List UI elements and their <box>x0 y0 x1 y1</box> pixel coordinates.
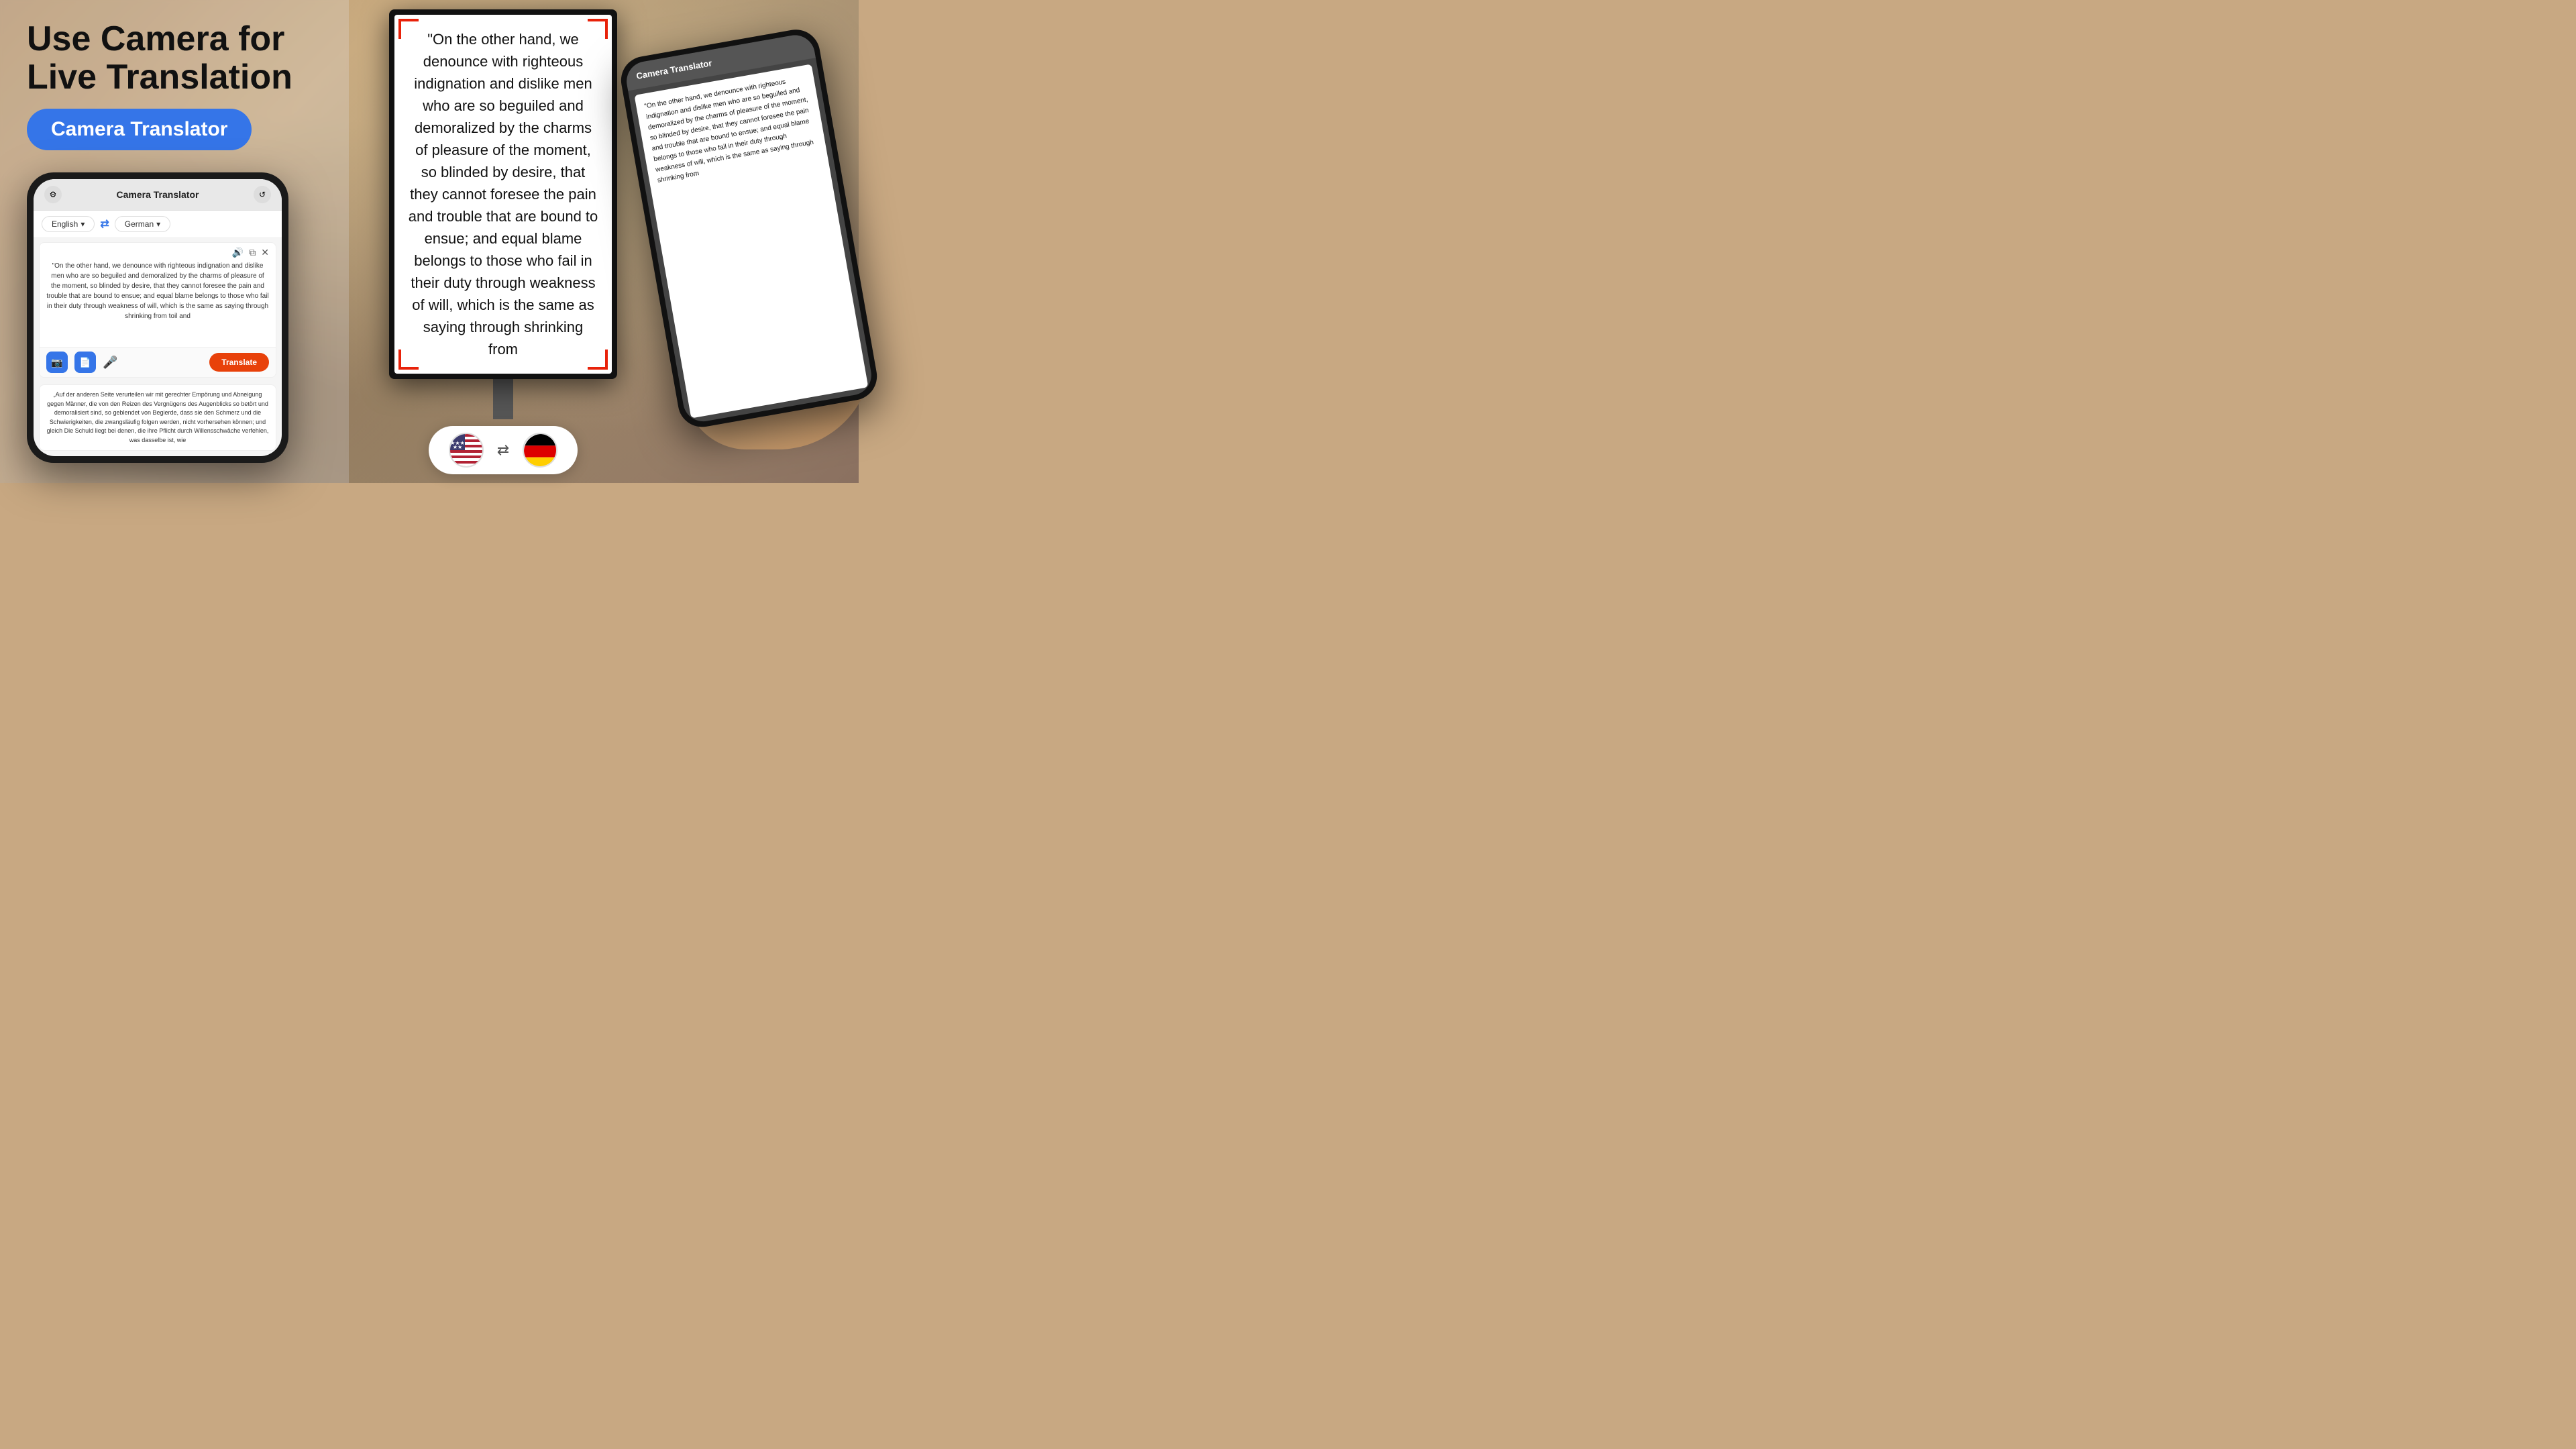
phone2-mockup: Camera Translator "On the other hand, we… <box>617 26 881 431</box>
billboard-screen: "On the other hand, we denounce with rig… <box>394 15 612 374</box>
phone2-text-area: "On the other hand, we denounce with rig… <box>634 64 868 418</box>
phone2-screen: Camera Translator "On the other hand, we… <box>623 32 874 425</box>
source-lang-label: English <box>52 219 78 229</box>
swap-languages-icon[interactable]: ⇄ <box>100 217 109 231</box>
phone2-title: Camera Translator <box>635 58 712 81</box>
center-section: "On the other hand, we denounce with rig… <box>362 0 644 483</box>
billboard-stand <box>493 379 513 419</box>
input-text-block: 🔊 ⧉ ✕ "On the other hand, we denounce wi… <box>39 242 276 378</box>
phone-mockup: ⚙ Camera Translator ↺ English ▾ ⇄ German… <box>27 172 288 463</box>
language-row: English ▾ ⇄ German ▾ <box>34 211 282 238</box>
right-section: Camera Translator "On the other hand, we… <box>604 0 859 483</box>
phone-topbar: ⚙ Camera Translator ↺ <box>34 179 282 211</box>
flag-swap-icon[interactable]: ⇄ <box>497 441 509 459</box>
billboard-text: "On the other hand, we denounce with rig… <box>408 28 598 360</box>
phone-screen: ⚙ Camera Translator ↺ English ▾ ⇄ German… <box>34 179 282 456</box>
source-lang-chevron: ▾ <box>80 219 85 229</box>
text-tools: 🔊 ⧉ ✕ <box>40 243 276 261</box>
history-icon[interactable]: ↺ <box>254 186 271 203</box>
phone-title: Camera Translator <box>117 189 199 200</box>
speaker-icon[interactable]: 🔊 <box>232 247 244 258</box>
left-panel: Use Camera for Live Translation Camera T… <box>0 0 349 483</box>
document-icon[interactable]: 📄 <box>74 352 96 373</box>
flag-bar: ★★★ ★★ ⇄ <box>429 426 578 474</box>
headline-line1: Use Camera for <box>27 19 284 58</box>
input-text-content: "On the other hand, we denounce with rig… <box>40 261 276 347</box>
billboard: "On the other hand, we denounce with rig… <box>389 9 617 379</box>
microphone-icon[interactable]: 🎤 <box>103 356 117 370</box>
headline-line2: Live Translation <box>27 58 292 97</box>
translated-text: „Auf der anderen Seite verurteilen wir m… <box>47 391 269 443</box>
camera-icon[interactable]: 📷 <box>46 352 68 373</box>
svg-text:★★: ★★ <box>453 444 462 450</box>
settings-icon[interactable]: ⚙ <box>44 186 62 203</box>
translated-text-block: „Auf der anderen Seite verurteilen wir m… <box>39 384 276 451</box>
translate-button[interactable]: Translate <box>209 353 269 372</box>
flag-us: ★★★ ★★ <box>449 433 484 468</box>
target-lang-button[interactable]: German ▾ <box>115 216 170 232</box>
copy-icon[interactable]: ⧉ <box>249 247 256 258</box>
target-lang-chevron: ▾ <box>156 219 160 229</box>
app-badge[interactable]: Camera Translator <box>27 109 252 150</box>
flag-de <box>523 433 557 468</box>
phone2-text: "On the other hand, we denounce with rig… <box>644 78 814 184</box>
close-icon[interactable]: ✕ <box>261 247 269 258</box>
de-flag-svg <box>524 434 557 468</box>
us-flag-svg: ★★★ ★★ <box>450 434 484 468</box>
corner-bracket-tl <box>398 19 419 39</box>
corner-bracket-bl <box>398 350 419 370</box>
source-lang-button[interactable]: English ▾ <box>42 216 95 232</box>
target-lang-label: German <box>125 219 154 229</box>
phone2-wrapper: Camera Translator "On the other hand, we… <box>651 54 852 429</box>
bottom-toolbar: 📷 📄 🎤 Translate <box>40 347 276 377</box>
main-headline: Use Camera for Live Translation <box>27 20 292 97</box>
